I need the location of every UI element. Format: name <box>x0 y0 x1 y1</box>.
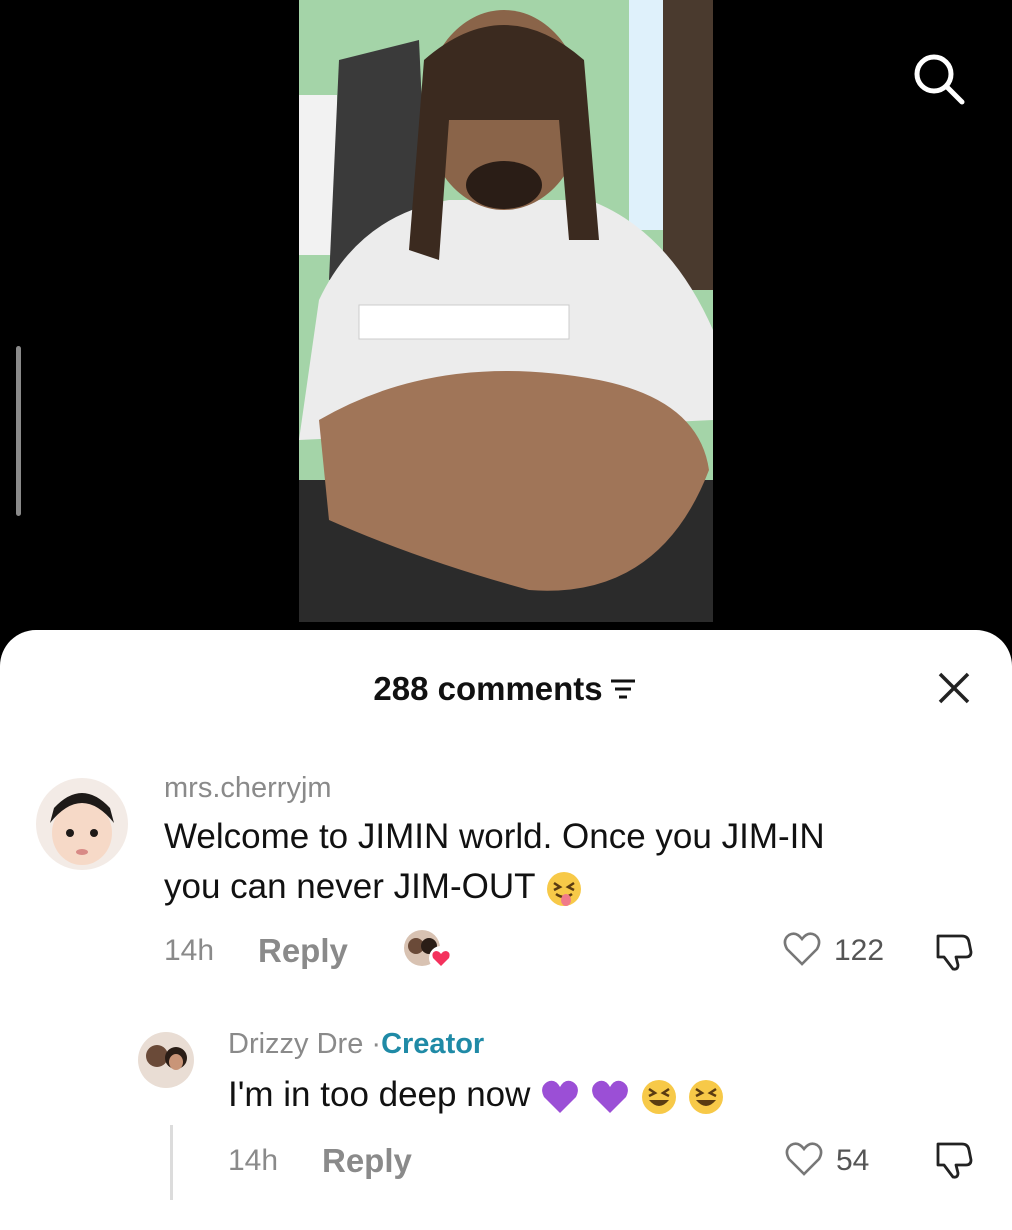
grinning-squinting-face-icon <box>689 1079 724 1114</box>
comment-username-line: Drizzy Dre ·Creator <box>228 1028 484 1061</box>
comment-username[interactable]: Drizzy Dre <box>228 1028 363 1060</box>
creator-badge: Creator <box>381 1028 485 1060</box>
comments-sheet: 288 comments <box>0 630 1012 1230</box>
close-button[interactable] <box>936 670 972 706</box>
comment-text-line: Welcome to JIMIN world. Once you JIM-IN <box>164 817 825 856</box>
comment-text-line: I'm in too deep now <box>228 1075 531 1114</box>
scroll-indicator[interactable] <box>16 346 21 516</box>
search-icon <box>914 54 965 105</box>
comment-text-line-2: you can never JIM-OUT <box>164 862 825 912</box>
reply-thread-line <box>170 1125 173 1200</box>
comment-username[interactable]: mrs.cherryjm <box>164 772 332 805</box>
dislike-icon[interactable] <box>934 932 976 972</box>
purple-heart-icon <box>542 1080 579 1113</box>
comment-text-line: you can never JIM-OUT <box>164 867 535 906</box>
close-icon <box>938 672 970 704</box>
video-player[interactable] <box>0 0 1012 650</box>
comment-time: 14h <box>228 1144 279 1177</box>
sort-filter-icon[interactable] <box>609 677 639 701</box>
avatar-image <box>36 778 128 870</box>
squinting-tongue-face-icon <box>546 871 581 906</box>
separator-dot: · <box>371 1028 382 1060</box>
avatar-image <box>138 1032 194 1088</box>
comment-text: I'm in too deep now <box>228 1070 725 1120</box>
search-button[interactable] <box>908 48 968 108</box>
like-count: 122 <box>834 934 885 967</box>
dislike-icon[interactable] <box>934 1140 976 1180</box>
comments-count: 288 comments <box>373 670 603 707</box>
like-count: 54 <box>836 1144 870 1177</box>
reply-button[interactable]: Reply <box>258 932 348 970</box>
creator-liked-heart-icon <box>429 946 453 970</box>
grinning-squinting-face-icon <box>641 1079 676 1114</box>
purple-heart-icon <box>591 1080 628 1113</box>
reply-button[interactable]: Reply <box>322 1142 412 1180</box>
video-frame[interactable] <box>299 0 713 622</box>
like-heart-icon[interactable] <box>782 930 822 968</box>
comments-header: 288 comments <box>0 670 1012 710</box>
avatar[interactable] <box>138 1032 194 1088</box>
comment-time: 14h <box>164 934 215 967</box>
avatar[interactable] <box>36 778 128 870</box>
comment-text: Welcome to JIMIN world. Once you JIM-IN … <box>164 812 825 912</box>
video-still <box>299 0 713 622</box>
like-heart-icon[interactable] <box>784 1140 824 1178</box>
